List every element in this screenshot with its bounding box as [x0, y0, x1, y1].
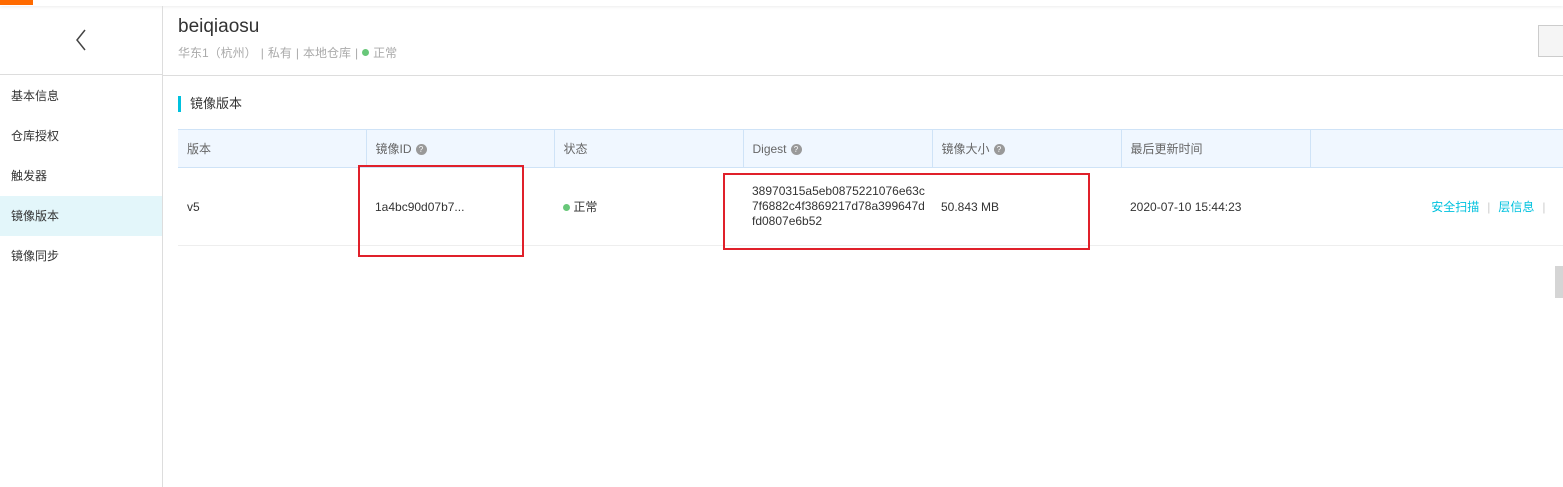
sidebar-item-image-versions[interactable]: 镜像版本 — [0, 196, 162, 236]
repo-meta: 华东1（杭州） | 私有 | 本地仓库 | 正常 — [178, 44, 397, 61]
sidebar-nav: 基本信息 仓库授权 触发器 镜像版本 镜像同步 — [0, 76, 162, 276]
col-actions — [1310, 129, 1563, 168]
col-digest: Digest? — [743, 129, 933, 168]
sidebar-item-basic-info[interactable]: 基本信息 — [0, 76, 162, 116]
visibility: 私有 — [267, 46, 292, 60]
page-title: beiqiaosu — [178, 16, 260, 37]
layer-info-link[interactable]: 层信息 — [1498, 200, 1534, 214]
back-button[interactable] — [0, 6, 162, 75]
repo-status: 正常 — [373, 46, 398, 60]
cell-updated: 2020-07-10 15:44:23 — [1121, 167, 1310, 246]
status-dot-icon — [362, 49, 370, 56]
sidebar-item-repo-auth[interactable]: 仓库授权 — [0, 116, 162, 156]
col-status: 状态 — [554, 129, 744, 168]
sidebar-item-triggers[interactable]: 触发器 — [0, 156, 162, 196]
separator: | — [354, 45, 359, 60]
section-title: 镜像版本 — [178, 96, 242, 112]
cell-version: v5 — [178, 167, 366, 246]
security-scan-link[interactable]: 安全扫描 — [1431, 200, 1479, 214]
help-icon[interactable]: ? — [415, 144, 427, 156]
region: 华东1（杭州） — [178, 46, 257, 60]
brand-logo[interactable] — [0, 0, 33, 5]
col-image-id: 镜像ID? — [366, 129, 555, 168]
cell-status: 正常 — [554, 167, 743, 246]
scrollbar[interactable] — [1555, 266, 1563, 298]
sidebar-item-image-sync[interactable]: 镜像同步 — [0, 236, 162, 276]
col-size: 镜像大小? — [932, 129, 1122, 168]
status-dot-icon — [563, 204, 570, 211]
help-icon[interactable]: ? — [790, 143, 802, 155]
highlight-box-image-id — [358, 165, 524, 257]
highlight-box-digest-size — [723, 173, 1090, 250]
help-icon[interactable]: ? — [993, 144, 1005, 156]
page-header: beiqiaosu 华东1（杭州） | 私有 | 本地仓库 | 正常 — [163, 6, 1563, 76]
sidebar: 基本信息 仓库授权 触发器 镜像版本 镜像同步 — [0, 6, 163, 487]
header-action-button[interactable] — [1538, 25, 1563, 57]
separator: | — [260, 45, 264, 60]
repo-type: 本地仓库 — [302, 46, 351, 60]
chevron-left-icon — [76, 29, 86, 51]
separator: | — [295, 45, 299, 60]
cell-actions: 安全扫描 | 层信息 | — [1310, 167, 1563, 246]
col-updated: 最后更新时间 — [1121, 129, 1311, 168]
col-version: 版本 — [178, 129, 367, 168]
